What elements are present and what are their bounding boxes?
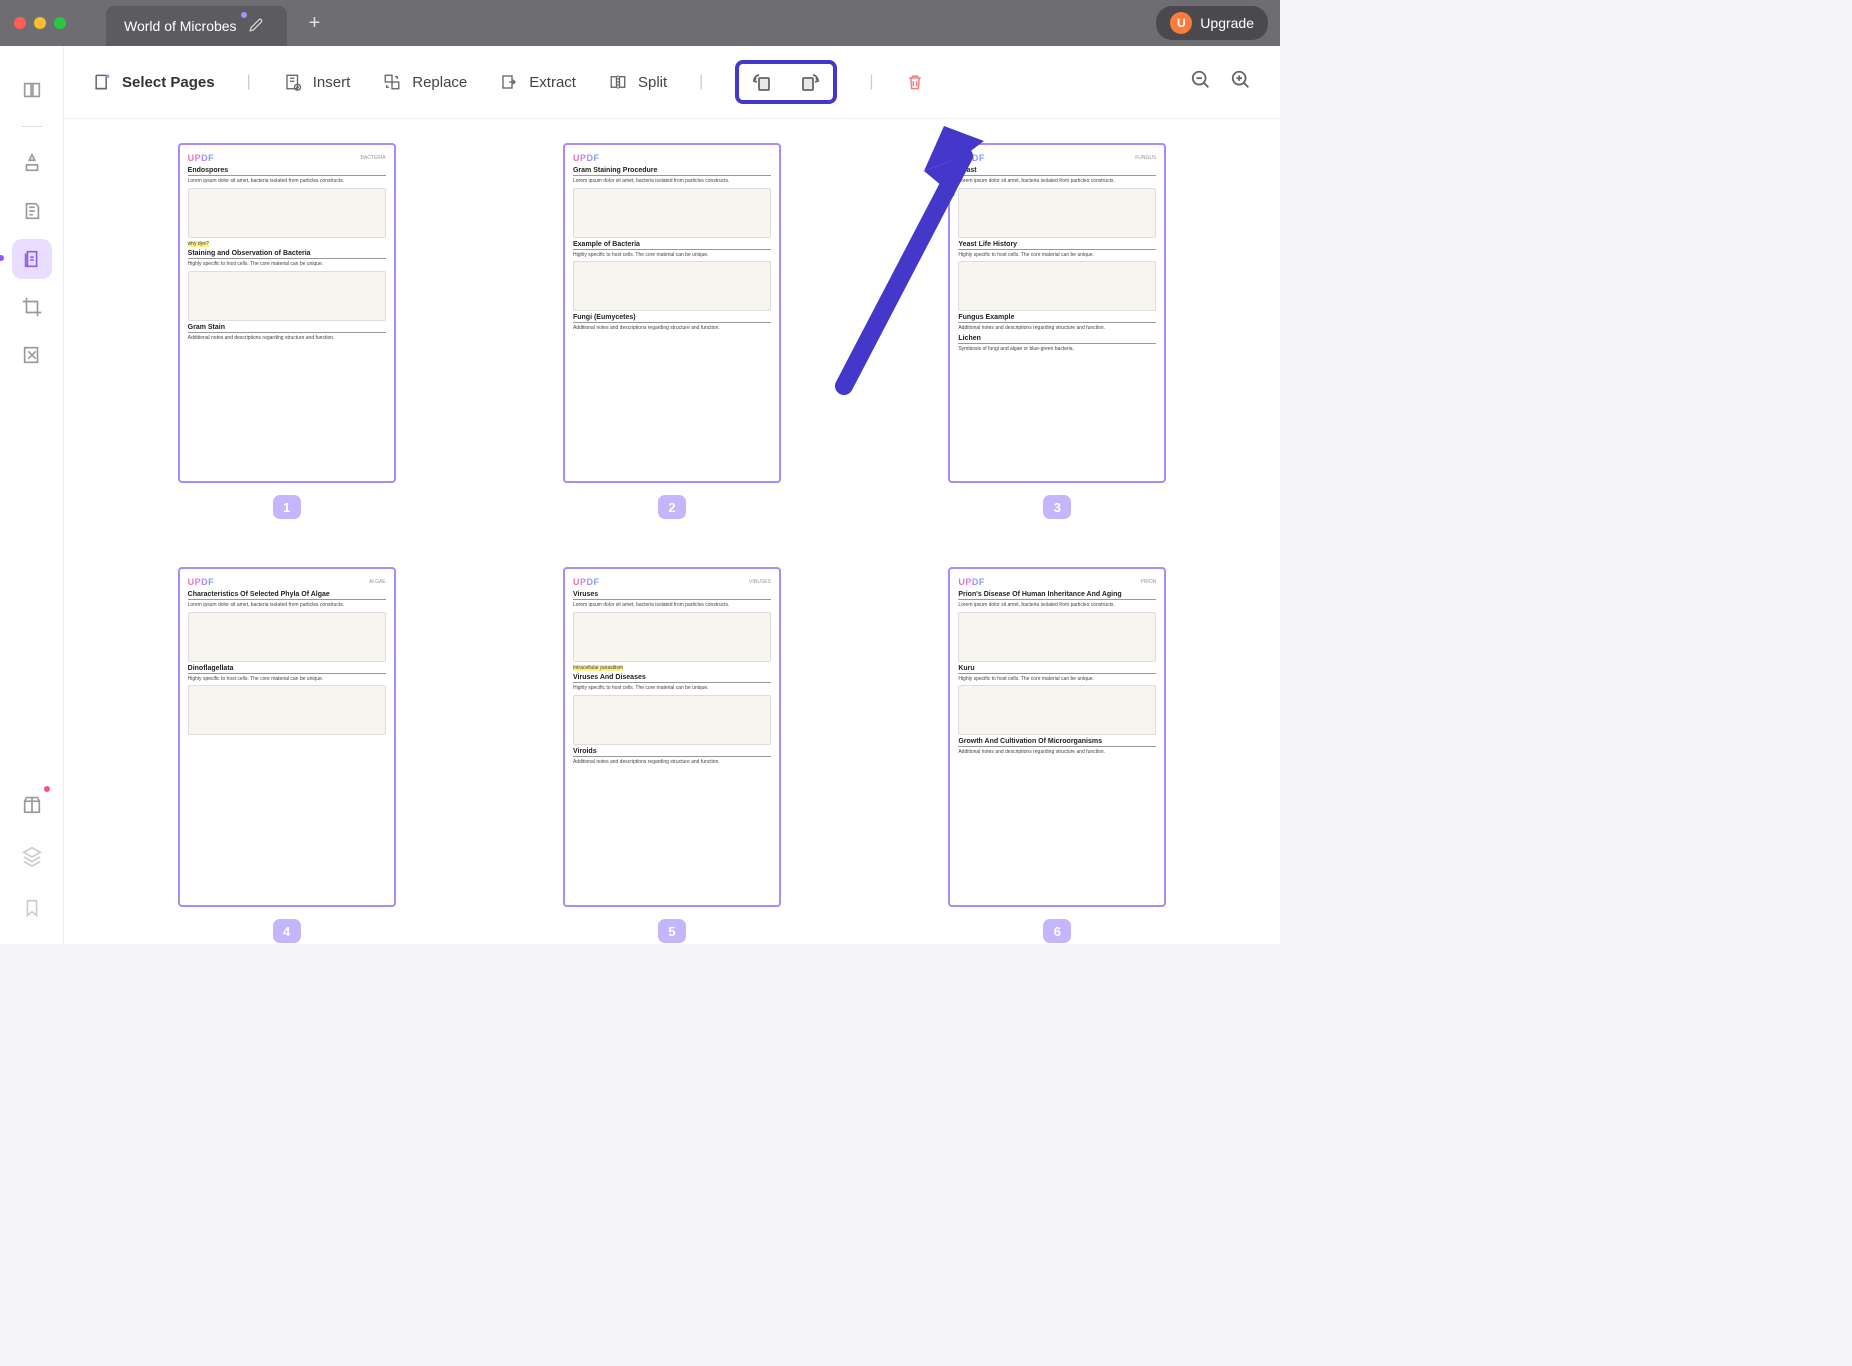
sidebar	[0, 46, 64, 944]
zoom-in-button[interactable]	[1230, 69, 1252, 96]
notification-dot	[44, 786, 50, 792]
page-number-badge: 1	[273, 495, 301, 519]
extract-label: Extract	[529, 74, 576, 91]
main-area: Select Pages | Insert Replace Extract	[0, 46, 1280, 944]
tab-document[interactable]: World of Microbes	[106, 6, 287, 46]
sidebar-bookmark-button[interactable]	[12, 888, 52, 928]
upgrade-label: Upgrade	[1200, 15, 1254, 31]
insert-icon	[283, 72, 303, 92]
page-thumbnail-cell: UPDFFUNGUSYeastLorem ipsum dolor sit ame…	[895, 143, 1220, 519]
split-button[interactable]: Split	[608, 72, 667, 92]
zoom-out-button[interactable]	[1190, 69, 1212, 96]
close-window-button[interactable]	[14, 17, 26, 29]
replace-icon	[382, 72, 402, 92]
page-thumbnail-cell: UPDFGram Staining ProcedureLorem ipsum d…	[509, 143, 834, 519]
tab-title: World of Microbes	[124, 18, 237, 34]
page-thumbnail[interactable]: UPDFVIRUSESVirusesLorem ipsum dolor sit …	[563, 567, 781, 907]
separator: |	[247, 73, 251, 91]
replace-label: Replace	[412, 74, 467, 91]
page-thumbnail-cell: UPDFPRIONPrion's Disease Of Human Inheri…	[895, 567, 1220, 943]
select-pages-label: Select Pages	[122, 74, 215, 91]
page-grid-area[interactable]: UPDFBACTERIAEndosporesLorem ipsum dolor …	[64, 119, 1280, 944]
sidebar-organize-button[interactable]	[12, 239, 52, 279]
maximize-window-button[interactable]	[54, 17, 66, 29]
sidebar-edit-button[interactable]	[12, 191, 52, 231]
rotate-left-button[interactable]	[749, 68, 777, 96]
extract-icon	[499, 72, 519, 92]
split-icon	[608, 72, 628, 92]
rotate-right-button[interactable]	[795, 68, 823, 96]
separator: |	[869, 73, 873, 91]
page-thumbnail[interactable]: UPDFALGAECharacteristics Of Selected Phy…	[178, 567, 396, 907]
page-thumbnail[interactable]: UPDFFUNGUSYeastLorem ipsum dolor sit ame…	[948, 143, 1166, 483]
page-number-badge: 4	[273, 919, 301, 943]
page-number-badge: 3	[1043, 495, 1071, 519]
titlebar: World of Microbes + U Upgrade	[0, 0, 1280, 46]
sidebar-crop-button[interactable]	[12, 287, 52, 327]
select-pages-button[interactable]: Select Pages	[92, 72, 215, 92]
page-number-badge: 6	[1043, 919, 1071, 943]
separator: |	[699, 73, 703, 91]
sidebar-annotate-button[interactable]	[12, 143, 52, 183]
sidebar-reader-button[interactable]	[12, 70, 52, 110]
page-thumbnail[interactable]: UPDFPRIONPrion's Disease Of Human Inheri…	[948, 567, 1166, 907]
page-thumbnail-cell: UPDFBACTERIAEndosporesLorem ipsum dolor …	[124, 143, 449, 519]
rotate-group-highlighted	[735, 60, 837, 104]
unsaved-indicator	[241, 12, 247, 18]
new-tab-button[interactable]: +	[301, 8, 329, 39]
upgrade-badge-icon: U	[1170, 12, 1192, 34]
zoom-group	[1190, 69, 1252, 96]
page-toolbar: Select Pages | Insert Replace Extract	[64, 46, 1280, 119]
page-number-badge: 2	[658, 495, 686, 519]
page-thumbnail-cell: UPDFALGAECharacteristics Of Selected Phy…	[124, 567, 449, 943]
edit-tab-icon[interactable]	[249, 18, 263, 35]
extract-button[interactable]: Extract	[499, 72, 576, 92]
upgrade-button[interactable]: U Upgrade	[1156, 6, 1268, 40]
content-area: Select Pages | Insert Replace Extract	[64, 46, 1280, 944]
window-controls	[14, 17, 66, 29]
sidebar-layers-button[interactable]	[12, 836, 52, 876]
sidebar-watermark-button[interactable]	[12, 335, 52, 375]
split-label: Split	[638, 74, 667, 91]
delete-button[interactable]	[905, 72, 925, 92]
insert-label: Insert	[313, 74, 351, 91]
replace-button[interactable]: Replace	[382, 72, 467, 92]
page-number-badge: 5	[658, 919, 686, 943]
page-thumbnail[interactable]: UPDFBACTERIAEndosporesLorem ipsum dolor …	[178, 143, 396, 483]
page-thumbnail[interactable]: UPDFGram Staining ProcedureLorem ipsum d…	[563, 143, 781, 483]
tab-bar: World of Microbes +	[106, 0, 328, 46]
page-thumbnail-cell: UPDFVIRUSESVirusesLorem ipsum dolor sit …	[509, 567, 834, 943]
insert-button[interactable]: Insert	[283, 72, 351, 92]
minimize-window-button[interactable]	[34, 17, 46, 29]
sidebar-gift-button[interactable]	[12, 784, 52, 824]
select-pages-icon	[92, 72, 112, 92]
